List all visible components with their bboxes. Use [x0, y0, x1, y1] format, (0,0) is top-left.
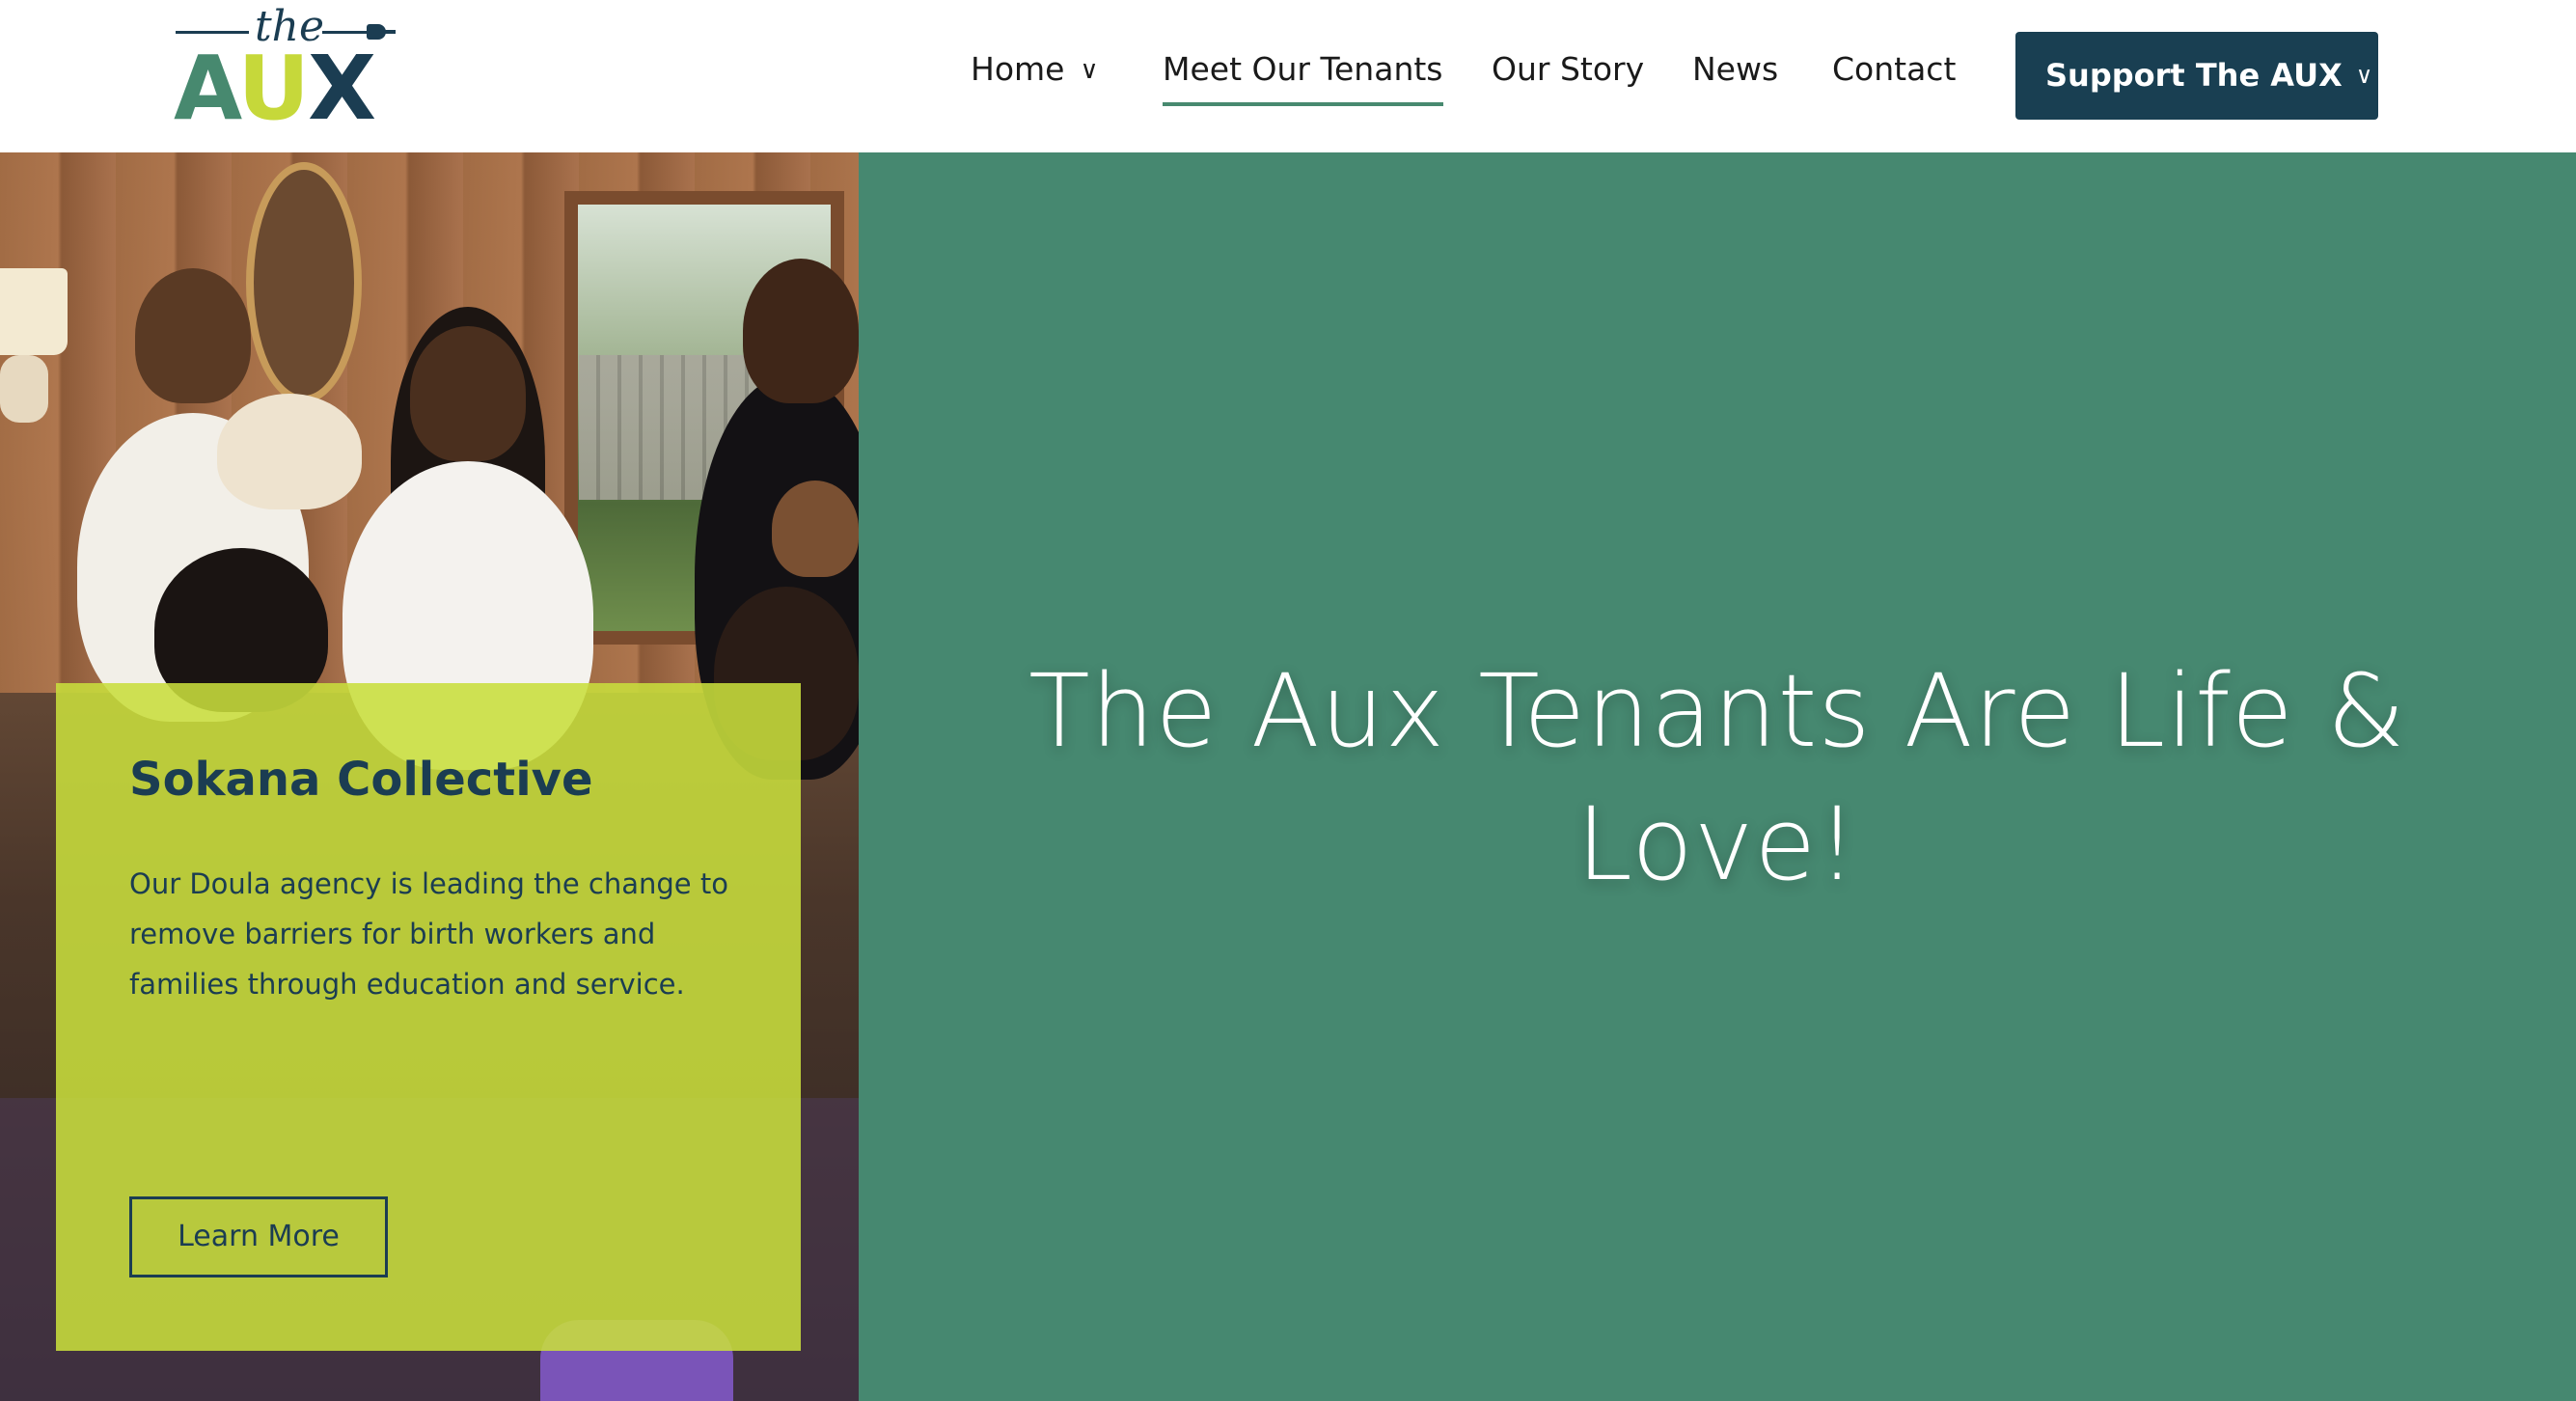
chevron-down-icon: ∨ [2355, 62, 2373, 89]
nav-contact-label: Contact [1832, 50, 1957, 88]
hero-headline: The Aux Tenants Are Life & Love! [1028, 652, 2406, 903]
nav-tenants-label: Meet Our Tenants [1163, 50, 1443, 88]
site-header: the AUX Home ∨ Meet Our Tenants Our Story… [0, 0, 2576, 152]
support-button-label: Support The AUX [2045, 57, 2343, 94]
photo-baby [772, 481, 859, 577]
photo-lamp-shade [0, 268, 68, 355]
tenant-card-description: Our Doula agency is leading the change t… [129, 867, 728, 1001]
page: the AUX Home ∨ Meet Our Tenants Our Story… [0, 0, 2576, 1401]
photo-person-3-head [743, 259, 859, 403]
photo-mirror [246, 162, 362, 403]
tenant-card-title: Sokana Collective [129, 753, 593, 807]
photo-lamp-base [0, 355, 48, 423]
photo-pelvis-model [217, 394, 362, 509]
nav-contact[interactable]: Contact [1832, 46, 1956, 96]
photo-person-1-head [135, 268, 251, 403]
photo-person-2-head [410, 326, 526, 461]
learn-more-button[interactable]: Learn More [129, 1196, 388, 1277]
nav-story-label: Our Story [1492, 50, 1645, 88]
nav-news-label: News [1692, 50, 1779, 88]
nav-meet-our-tenants[interactable]: Meet Our Tenants [1163, 46, 1443, 106]
support-the-aux-button[interactable]: Support The AUX ∨ [2015, 32, 2378, 120]
nav-our-story[interactable]: Our Story [1492, 46, 1644, 96]
nav-home-label: Home [971, 50, 1065, 88]
hero-panel: The Aux Tenants Are Life & Love! [859, 152, 2576, 1401]
nav-news[interactable]: News [1692, 46, 1778, 96]
nav-home[interactable]: Home ∨ [971, 46, 1098, 96]
tenant-card: Sokana Collective Our Doula agency is le… [56, 683, 801, 1351]
chevron-down-icon: ∨ [1080, 56, 1099, 85]
